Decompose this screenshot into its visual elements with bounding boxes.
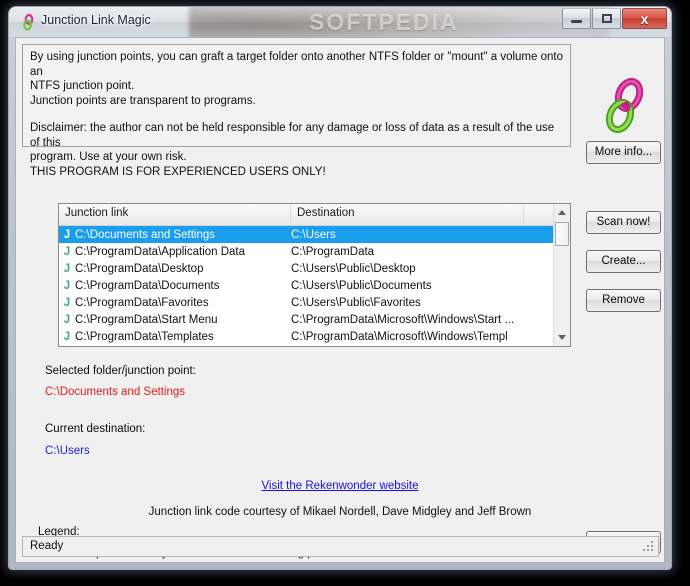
selected-folder-value: C:\Documents and Settings — [45, 386, 185, 398]
cell-junction-link: C:\ProgramData\Application Data — [75, 245, 246, 258]
minimize-button[interactable] — [562, 8, 591, 29]
scroll-up-button[interactable] — [554, 204, 570, 221]
chain-links-logo — [605, 78, 644, 134]
cell-destination: C:\ProgramData\Microsoft\Windows\Templ — [291, 330, 508, 343]
status-bar: Ready — [22, 536, 659, 557]
intro-line-1: By using junction points, you can graft … — [30, 51, 563, 78]
credits-text: Junction link code courtesy of Mikael No… — [148, 506, 532, 518]
scroll-down-button[interactable] — [554, 329, 570, 346]
intro-line-4: Disclaimer: the author can not be held r… — [30, 122, 555, 149]
intro-spacer — [30, 108, 563, 121]
junction-type-icon: J — [63, 245, 71, 258]
cell-destination: C:\Users\Public\Favorites — [291, 296, 421, 309]
junction-type-icon: J — [63, 228, 71, 241]
scrollbar-thumb[interactable] — [555, 222, 569, 246]
rekenwonder-website-link[interactable]: Visit the Rekenwonder website — [16, 480, 664, 492]
scan-now-button[interactable]: Scan now! — [586, 211, 661, 234]
table-row[interactable]: J C:\ProgramData\Desktop C:\Users\Public\D… — [59, 260, 570, 277]
window-controls: x — [561, 8, 667, 30]
close-window-button[interactable]: x — [622, 8, 667, 29]
client-area: By using junction points, you can graft … — [15, 37, 665, 563]
maximize-button[interactable] — [592, 8, 621, 29]
cell-destination: C:\Users — [291, 228, 336, 241]
status-text: Ready — [30, 540, 64, 552]
softpedia-watermark: SOFTPEDIA — [309, 9, 459, 35]
column-header-junction-link[interactable]: Junction link — [59, 204, 291, 225]
resize-grip[interactable] — [643, 541, 655, 553]
column-header-extra[interactable] — [524, 204, 555, 225]
selected-folder-label: Selected folder/junction point: — [45, 365, 196, 377]
junction-type-icon: J — [63, 262, 71, 275]
cell-destination: C:\Users\Public\Desktop — [291, 262, 416, 275]
maximize-icon — [601, 14, 612, 23]
column-header-destination[interactable]: Destination — [291, 204, 524, 225]
chevron-up-icon — [558, 210, 566, 215]
list-scrollbar[interactable] — [553, 204, 570, 346]
remove-button[interactable]: Remove — [586, 289, 661, 312]
cell-destination: C:\ProgramData\Microsoft\Windows\Start .… — [291, 313, 515, 326]
cell-junction-link: C:\ProgramData\Desktop — [75, 262, 204, 275]
junction-type-icon: J — [63, 313, 71, 326]
table-row[interactable]: J C:\ProgramData\Favorites C:\Users\Public… — [59, 294, 570, 311]
cell-destination: C:\Users\Public\Documents — [291, 279, 432, 292]
cell-junction-link: C:\ProgramData\Start Menu — [75, 313, 218, 326]
cell-junction-link: C:\ProgramData\Favorites — [75, 296, 209, 309]
cell-destination: C:\ProgramData — [291, 245, 375, 258]
more-info-button[interactable]: More info... — [586, 141, 661, 164]
intro-line-6: THIS PROGRAM IS FOR EXPERIENCED USERS ON… — [30, 165, 326, 178]
list-body: J C:\Documents and Settings C:\Users J C:\Pr… — [59, 226, 570, 345]
table-row[interactable]: J C:\ProgramData\Application Data C:\Progr… — [59, 243, 570, 260]
cell-junction-link: C:\ProgramData\Templates — [75, 330, 214, 343]
cell-junction-link: C:\ProgramData\Documents — [75, 279, 220, 292]
junction-list[interactable]: Junction link Destination J C:\Documents … — [58, 203, 571, 347]
intro-line-2: NTFS junction point. — [30, 80, 135, 92]
table-row[interactable]: J C:\ProgramData\Templates C:\ProgramData\… — [59, 328, 570, 345]
junction-type-icon: J — [63, 330, 71, 343]
junction-type-icon: J — [63, 296, 71, 309]
intro-text-panel: By using junction points, you can graft … — [22, 44, 571, 178]
application-window: SOFTPEDIA Junction Link Magic x By using… — [8, 6, 672, 570]
table-row[interactable]: J C:\ProgramData\Documents C:\Users\Public… — [59, 277, 570, 294]
table-row[interactable]: J C:\Documents and Settings C:\Users — [59, 226, 570, 243]
junction-type-icon: J — [63, 279, 71, 292]
close-icon: x — [640, 10, 649, 27]
current-destination-value: C:\Users — [45, 445, 90, 457]
chevron-down-icon — [558, 335, 566, 340]
current-destination-label: Current destination: — [45, 423, 146, 435]
chain-link-icon — [23, 14, 34, 31]
create-button[interactable]: Create... — [586, 250, 661, 273]
table-row[interactable]: J C:\ProgramData\Start Menu C:\ProgramData… — [59, 311, 570, 328]
minimize-icon — [571, 19, 582, 23]
cell-junction-link: C:\Documents and Settings — [75, 228, 215, 241]
window-title: Junction Link Magic — [41, 13, 151, 27]
list-header-row: Junction link Destination — [59, 204, 570, 226]
intro-line-5: program. Use at your own risk. — [30, 151, 187, 163]
intro-line-3: Junction points are transparent to progr… — [30, 94, 256, 107]
